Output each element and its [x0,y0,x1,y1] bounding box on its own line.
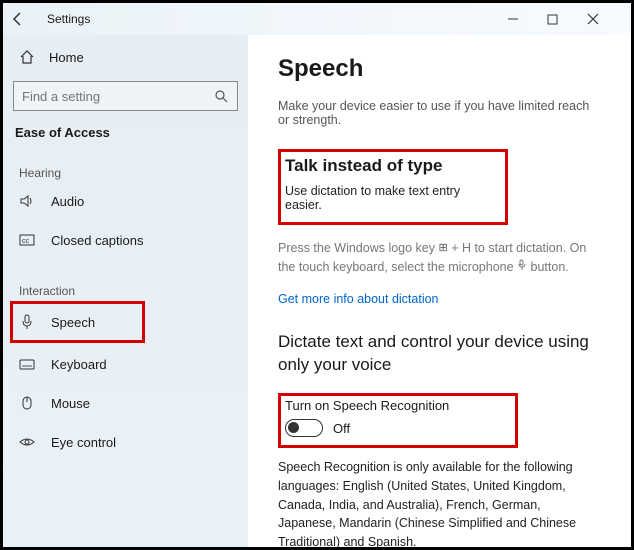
mouse-icon [19,395,35,411]
toggle-label: Turn on Speech Recognition [285,398,507,413]
nav-label: Keyboard [51,357,107,372]
window-title: Settings [47,12,90,26]
back-button[interactable] [11,12,35,26]
group-hearing: Hearing [13,166,238,180]
speaker-icon [19,193,35,209]
toggle-state: Off [333,421,350,436]
dictation-hint: Press the Windows logo key ⊞ + H to star… [278,239,601,277]
speech-recognition-toggle[interactable] [285,419,323,437]
dictate-heading: Dictate text and control your device usi… [278,330,601,378]
nav-keyboard[interactable]: Keyboard [13,346,238,382]
minimize-button[interactable] [507,13,547,25]
search-icon [213,88,229,104]
svg-text:cc: cc [22,238,30,245]
search-box[interactable] [13,81,238,111]
section-title: Ease of Access [13,125,238,140]
cc-icon: cc [19,232,35,248]
page-intro: Make your device easier to use if you ha… [278,99,601,127]
maximize-button[interactable] [547,14,587,25]
nav-home[interactable]: Home [13,41,238,73]
nav-label: Audio [51,194,84,209]
titlebar: Settings [3,3,631,35]
nav-speech[interactable]: Speech [10,301,145,343]
nav-label: Closed captions [51,233,144,248]
talk-heading: Talk instead of type [285,156,495,176]
talk-instead-box: Talk instead of type Use dictation to ma… [278,149,508,225]
availability-text: Speech Recognition is only available for… [278,458,601,547]
nav-mouse[interactable]: Mouse [13,385,238,421]
sidebar: Home Ease of Access Hearing Audio cc Clo… [3,35,248,547]
eye-icon [19,434,35,450]
nav-eye-control[interactable]: Eye control [13,424,238,460]
microphone-icon [19,314,35,330]
nav-label: Eye control [51,435,116,450]
nav-closed-captions[interactable]: cc Closed captions [13,222,238,258]
close-button[interactable] [587,13,627,25]
search-input[interactable] [22,89,213,104]
nav-label: Mouse [51,396,90,411]
nav-home-label: Home [49,50,84,65]
nav-audio[interactable]: Audio [13,183,238,219]
group-interaction: Interaction [13,284,238,298]
toggle-knob [288,422,299,433]
nav-label: Speech [51,315,95,330]
talk-subtext: Use dictation to make text entry easier. [285,184,495,212]
keyboard-icon [19,356,35,372]
home-icon [19,49,35,65]
page-heading: Speech [278,55,601,83]
microphone-inline-icon [517,259,527,277]
dictation-info-link[interactable]: Get more info about dictation [278,292,439,306]
windows-logo-icon: ⊞ [439,240,448,257]
content-pane: Speech Make your device easier to use if… [248,35,631,547]
speech-recognition-toggle-box: Turn on Speech Recognition Off [278,393,518,448]
